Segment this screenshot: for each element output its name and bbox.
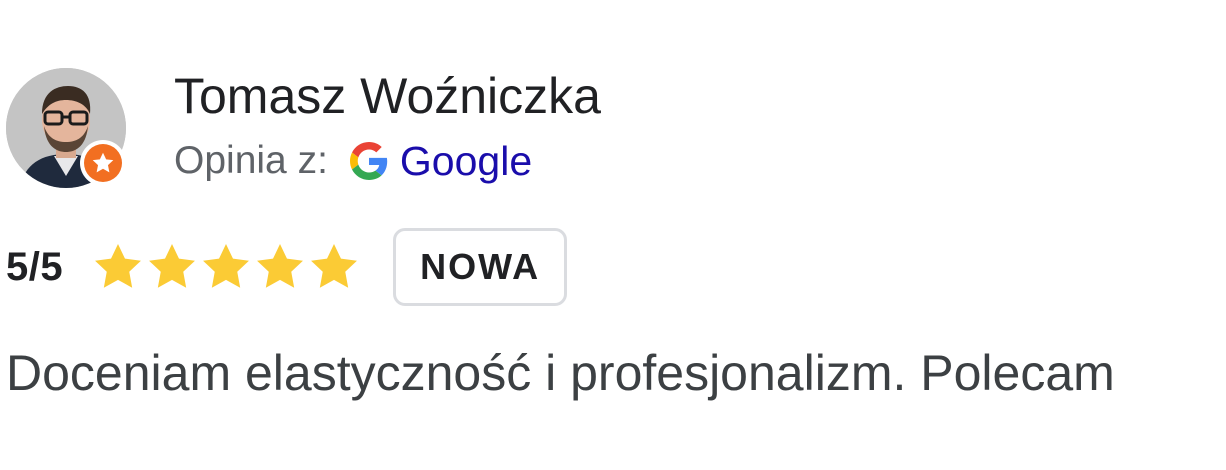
star-icon [95,244,142,288]
source-label: Opinia z: [174,139,328,182]
star-icon [257,244,304,288]
local-guide-badge [80,140,126,186]
star-rating [91,240,361,294]
star-icon [149,244,196,288]
review-text: Doceniam elastyczność i profesjonalizm. … [6,345,1115,401]
review-card: Tomasz Woźniczka Opinia z: Google 5/5 NO… [0,0,1226,470]
new-review-badge: NOWA [393,228,568,306]
google-g-icon [349,142,388,180]
star-icon [311,244,358,288]
rating-score: 5/5 [6,244,64,289]
reviewer-avatar[interactable] [6,68,128,190]
review-source: Opinia z: Google [174,134,532,188]
star-icon [203,244,250,288]
local-guide-star-icon [84,144,122,182]
reviewer-name[interactable]: Tomasz Woźniczka [174,66,601,126]
source-google-link[interactable]: Google [400,138,532,185]
rating-row: 5/5 NOWA [6,226,568,308]
